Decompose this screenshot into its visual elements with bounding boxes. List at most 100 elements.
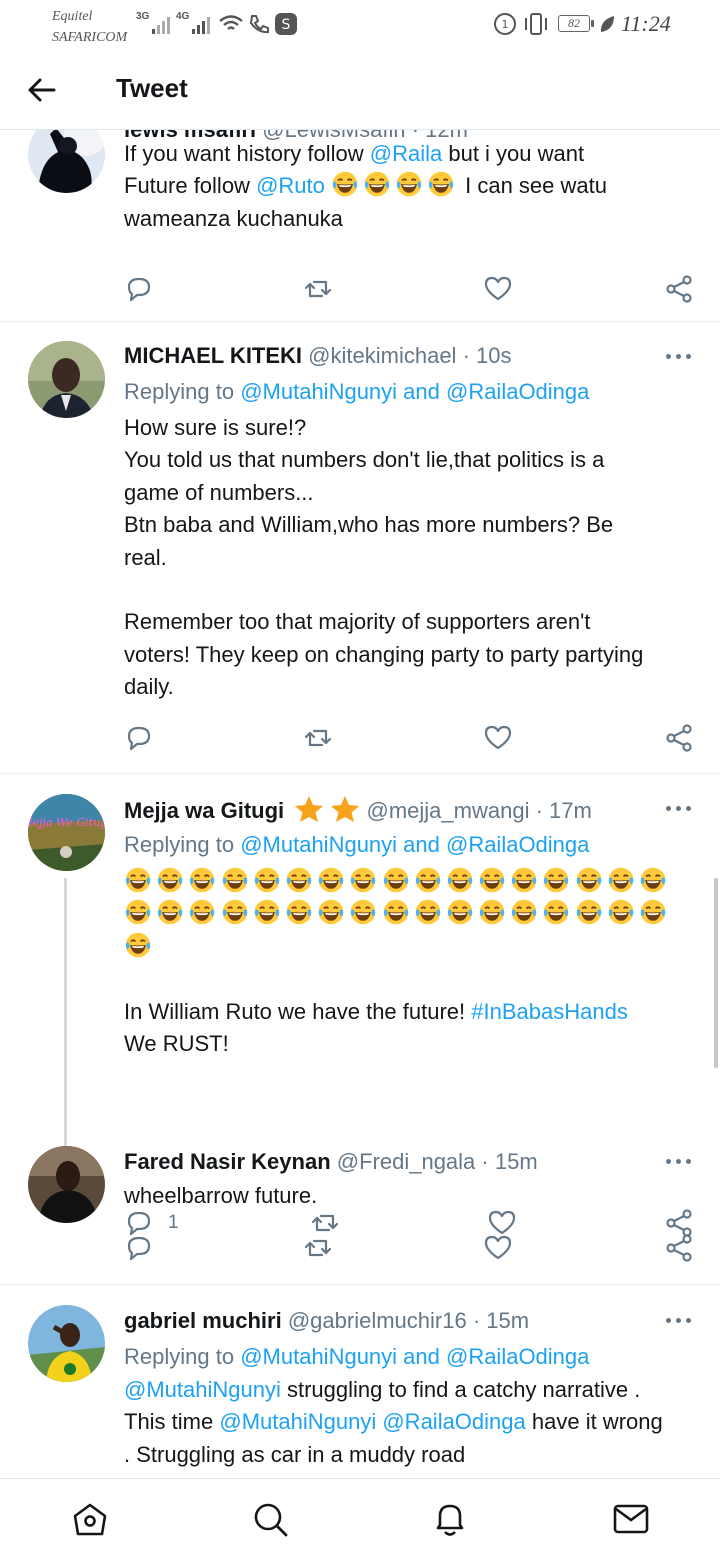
- retweet-icon-button[interactable]: [303, 721, 333, 755]
- star-emoji-icon: [295, 796, 324, 822]
- data-saver-icon: 1: [494, 13, 516, 35]
- laughing-tears-emoji-icon: [351, 900, 376, 925]
- retweet-icon: [304, 729, 332, 747]
- tweet-item[interactable]: lewis msafiri @LewisMsafiri · 12m If you…: [0, 130, 720, 322]
- more-options-icon[interactable]: [666, 353, 694, 361]
- svg-text:Mejja We Gitugi: Mejja We Gitugi: [28, 816, 105, 829]
- reply-icon: [127, 1236, 151, 1261]
- messages-icon[interactable]: [611, 1499, 651, 1539]
- signal-3g-icon: 3G: [136, 11, 171, 34]
- author-handle[interactable]: @gabrielmuchir16: [288, 1308, 467, 1333]
- carrier-label: Equitel SAFARICOM: [52, 9, 128, 45]
- reply-icon-button[interactable]: [124, 1231, 154, 1265]
- avatar[interactable]: [28, 1305, 105, 1382]
- laughing-tears-emoji-icon: [318, 900, 344, 925]
- signal-4g-icon: 4G: [176, 11, 211, 34]
- avatar[interactable]: [28, 1146, 105, 1223]
- avatar[interactable]: Mejja We Gitugi: [28, 794, 105, 871]
- tweet-time: · 10s: [462, 343, 512, 368]
- tweet-body: @MutahiNgunyi struggling to find a catch…: [124, 1377, 663, 1467]
- retweet-icon: [304, 280, 332, 298]
- laughing-tears-emoji-icon: [286, 867, 312, 893]
- tweet-body: If you want history follow @Raila but i …: [124, 141, 607, 231]
- star-emoji-icon: [331, 796, 360, 822]
- laughing-tears-emoji-icon: [576, 900, 601, 925]
- bottom-navigation: [0, 1478, 720, 1560]
- mention-link[interactable]: @MutahiNgunyi: [124, 1377, 281, 1402]
- laughing-tears-emoji-icon: [318, 867, 344, 893]
- laughing-tears-emoji-icon: [512, 867, 537, 893]
- laughing-tears-emoji-icon: [286, 900, 312, 925]
- author-handle[interactable]: @mejja_mwangi: [367, 798, 530, 823]
- share-icon-button[interactable]: [664, 1231, 694, 1265]
- svg-text:1: 1: [502, 18, 509, 31]
- author-name[interactable]: MICHAEL KITEKI: [124, 343, 302, 368]
- thread-line: [64, 878, 67, 1146]
- page-title: Tweet: [116, 73, 188, 103]
- tweet-feed[interactable]: lewis msafiri @LewisMsafiri · 12m If you…: [0, 130, 720, 1478]
- replying-to-link[interactable]: @MutahiNgunyi and @RailaOdinga: [240, 1344, 589, 1369]
- laughing-tears-emoji-icon: [544, 867, 569, 893]
- replying-to-link[interactable]: @MutahiNgunyi and @RailaOdinga: [240, 832, 589, 857]
- tweet-author-line: gabriel muchiri @gabrielmuchir16 · 15m: [124, 1307, 529, 1335]
- tweet-item[interactable]: Fared Nasir Keynan @Fredi_ngala · 15m wh…: [0, 1134, 720, 1284]
- svg-text:S: S: [282, 17, 291, 33]
- share-icon-button[interactable]: [664, 721, 694, 755]
- tweet-time: · 17m: [535, 798, 592, 823]
- laughing-tears-emoji-icon: [383, 867, 408, 893]
- laughing-tears-emoji-icon: [447, 900, 473, 925]
- share-icon: [666, 1234, 692, 1262]
- laughing-tears-emoji-icon: [125, 932, 151, 958]
- laughing-tears-emoji-icon: [222, 867, 247, 893]
- avatar[interactable]: [28, 130, 105, 193]
- author-handle[interactable]: @Fredi_ngala: [337, 1149, 476, 1174]
- retweet-icon-button[interactable]: [303, 1231, 333, 1265]
- status-bar: Equitel SAFARICOM 3G 4G S 1 82 11:24: [0, 0, 720, 50]
- laughing-tears-emoji-icon: [157, 867, 183, 893]
- tweet-item[interactable]: gabriel muchiri @gabrielmuchir16 · 15m R…: [0, 1285, 720, 1478]
- hashtag-link[interactable]: #InBabasHands: [471, 999, 628, 1024]
- share-icon-button[interactable]: [664, 272, 694, 306]
- heart-icon-button[interactable]: [483, 272, 513, 306]
- replying-to: Replying to @MutahiNgunyi and @RailaOdin…: [124, 832, 590, 857]
- arrow-left-icon[interactable]: [26, 74, 58, 106]
- mention-link[interactable]: @Raila: [370, 141, 442, 166]
- tweet-time: · 15m: [481, 1149, 538, 1174]
- replying-to-link[interactable]: @MutahiNgunyi and @RailaOdinga: [240, 379, 589, 404]
- author-name[interactable]: Fared Nasir Keynan: [124, 1149, 331, 1174]
- home-icon[interactable]: [70, 1499, 110, 1539]
- reply-icon-button[interactable]: [124, 721, 154, 755]
- author-name[interactable]: Mejja wa Gitugi: [124, 798, 284, 823]
- more-options-icon[interactable]: [666, 1158, 694, 1166]
- scrollbar-thumb[interactable]: [714, 878, 718, 1068]
- reply-icon: [127, 726, 151, 751]
- laughing-tears-emoji-icon: [415, 867, 440, 893]
- author-name[interactable]: gabriel muchiri: [124, 1308, 282, 1333]
- more-options-icon[interactable]: [666, 805, 694, 813]
- mention-link[interactable]: @RailaOdinga: [382, 1409, 525, 1434]
- search-icon[interactable]: [250, 1499, 290, 1539]
- tweet-author-line: Fared Nasir Keynan @Fredi_ngala · 15m: [124, 1148, 538, 1176]
- laughing-tears-emoji-icon: [608, 900, 634, 925]
- replying-to: Replying to @MutahiNgunyi and @RailaOdin…: [124, 379, 590, 404]
- laughing-tears-emoji-icon: [415, 900, 440, 925]
- more-options-icon[interactable]: [666, 1317, 694, 1325]
- share-icon: [666, 275, 692, 303]
- tweet-actions: [0, 1231, 720, 1265]
- heart-icon-button[interactable]: [483, 721, 513, 755]
- vibrate-icon: [525, 13, 547, 35]
- laughing-tears-emoji-icon: [254, 900, 279, 925]
- heart-icon-button[interactable]: [483, 1231, 513, 1265]
- retweet-icon-button[interactable]: [303, 272, 333, 306]
- tweet-item[interactable]: MICHAEL KITEKI @kitekimichael · 10s Repl…: [0, 322, 720, 774]
- mention-link[interactable]: @MutahiNgunyi: [219, 1409, 376, 1434]
- reply-icon-button[interactable]: [124, 272, 154, 306]
- tweet-actions: [0, 272, 720, 306]
- author-handle[interactable]: @kitekimichael: [308, 343, 456, 368]
- mention-link[interactable]: @Ruto: [256, 173, 325, 198]
- laughing-tears-emoji-icon: [222, 900, 247, 925]
- avatar[interactable]: [28, 341, 105, 418]
- tweet-actions: [0, 721, 720, 755]
- laughing-tears-emoji-icon: [351, 867, 376, 893]
- notifications-icon[interactable]: [430, 1499, 470, 1539]
